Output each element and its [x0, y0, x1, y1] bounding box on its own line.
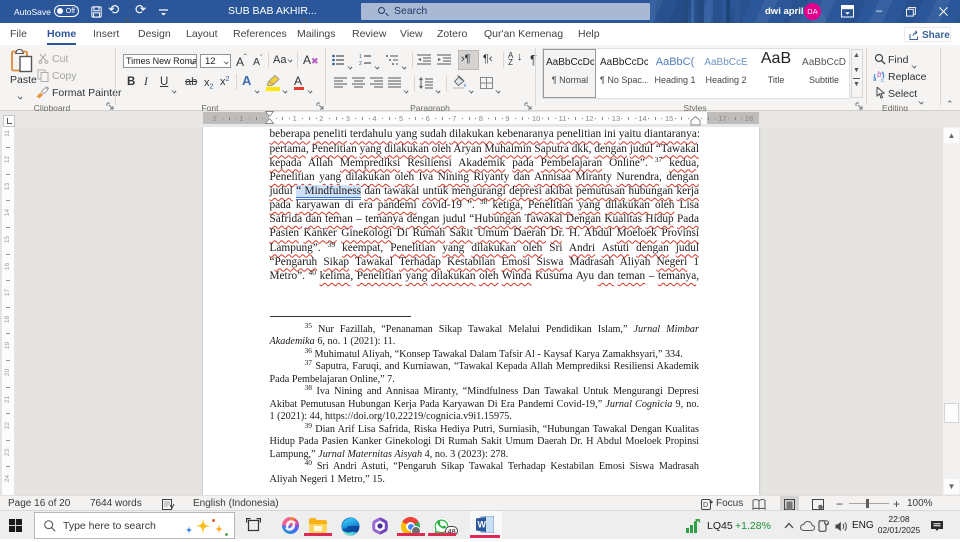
svg-text:D: D	[703, 502, 708, 509]
svg-text:1: 1	[359, 54, 362, 60]
svg-text:c: c	[881, 78, 884, 82]
svg-text:W: W	[478, 520, 487, 530]
svg-text:2: 2	[359, 61, 362, 66]
